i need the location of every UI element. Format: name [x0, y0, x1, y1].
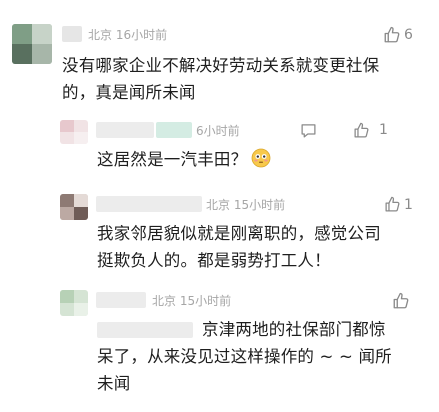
comment-4: 北京 15小时前 京津两地的社保部门都惊 呆了，从来没见过这样操作的 ~ ~ 闻…: [0, 284, 439, 412]
comment-text: 我家邻居貌似就是刚离职的，感觉公司 挺欺负人的。都是弱势打工人！: [97, 220, 381, 274]
location: 北京: [152, 294, 177, 308]
comment-meta: 6小时前: [196, 123, 240, 139]
blurred-username[interactable]: [96, 196, 202, 212]
like-count: 1: [379, 122, 388, 138]
comment-text: 这居然是一汽丰田？: [97, 146, 271, 176]
thumbs-up-icon: [353, 122, 370, 139]
like-count: 6: [404, 27, 413, 43]
like-button[interactable]: [392, 292, 413, 310]
comment-text-line: 未闻: [97, 374, 131, 393]
comment-text-line: 的，真是闻所未闻: [62, 83, 196, 102]
comment-1: 北京 16小时前 没有哪家企业不解决好劳动关系就变更社保 的，真是闻所未闻 6: [0, 0, 439, 110]
avatar[interactable]: [60, 194, 88, 220]
comment-3: 北京 15小时前 我家邻居貌似就是刚离职的，感觉公司 挺欺负人的。都是弱势打工人…: [0, 188, 439, 284]
location: 北京: [88, 28, 113, 42]
blurred-username[interactable]: [96, 292, 146, 308]
like-button[interactable]: 6: [383, 26, 413, 44]
timestamp: 16小时前: [115, 28, 168, 42]
thumbs-up-icon: [384, 196, 401, 213]
thumbs-up-icon: [383, 26, 401, 44]
reply-icon[interactable]: [300, 122, 317, 143]
comment-meta: 北京 16小时前: [88, 27, 167, 43]
avatar[interactable]: [12, 24, 52, 64]
timestamp: 15小时前: [179, 294, 232, 308]
comment-text: 没有哪家企业不解决好劳动关系就变更社保 的，真是闻所未闻: [62, 52, 379, 106]
comment-text-line: 呆了，从来没见过这样操作的 ~ ~ 闻所: [97, 347, 392, 366]
like-count: 1: [404, 196, 413, 213]
avatar[interactable]: [60, 290, 88, 316]
comment-text: 京津两地的社保部门都惊 呆了，从来没见过这样操作的 ~ ~ 闻所 未闻: [97, 316, 392, 397]
like-count-wrap: 1: [379, 122, 388, 138]
thumbs-up-icon: [392, 292, 410, 310]
timestamp: 15小时前: [233, 198, 286, 212]
blurred-username[interactable]: [156, 122, 192, 138]
comment-text-line: 这居然是一汽丰田？: [97, 150, 248, 169]
comment-2: 6小时前 这居然是一汽丰田？ 1: [0, 110, 439, 188]
avatar[interactable]: [60, 120, 88, 144]
blurred-username[interactable]: [96, 122, 154, 138]
comment-text-line: 没有哪家企业不解决好劳动关系就变更社保: [62, 56, 380, 75]
like-button[interactable]: [353, 122, 370, 139]
comment-meta: 北京 15小时前: [152, 293, 231, 309]
flushed-face-emoji: [251, 148, 271, 176]
blurred-username[interactable]: [62, 26, 82, 42]
comment-meta: 北京 15小时前: [206, 197, 285, 213]
comment-text-line: 我家邻居貌似就是刚离职的，感觉公司: [97, 224, 381, 243]
comment-text-line: 挺欺负人的。都是弱势打工人！: [97, 251, 331, 270]
comment-text-line: 京津两地的社保部门都惊: [202, 320, 386, 339]
timestamp: 6小时前: [196, 124, 240, 138]
location: 北京: [206, 198, 231, 212]
like-button[interactable]: 1: [384, 196, 413, 213]
